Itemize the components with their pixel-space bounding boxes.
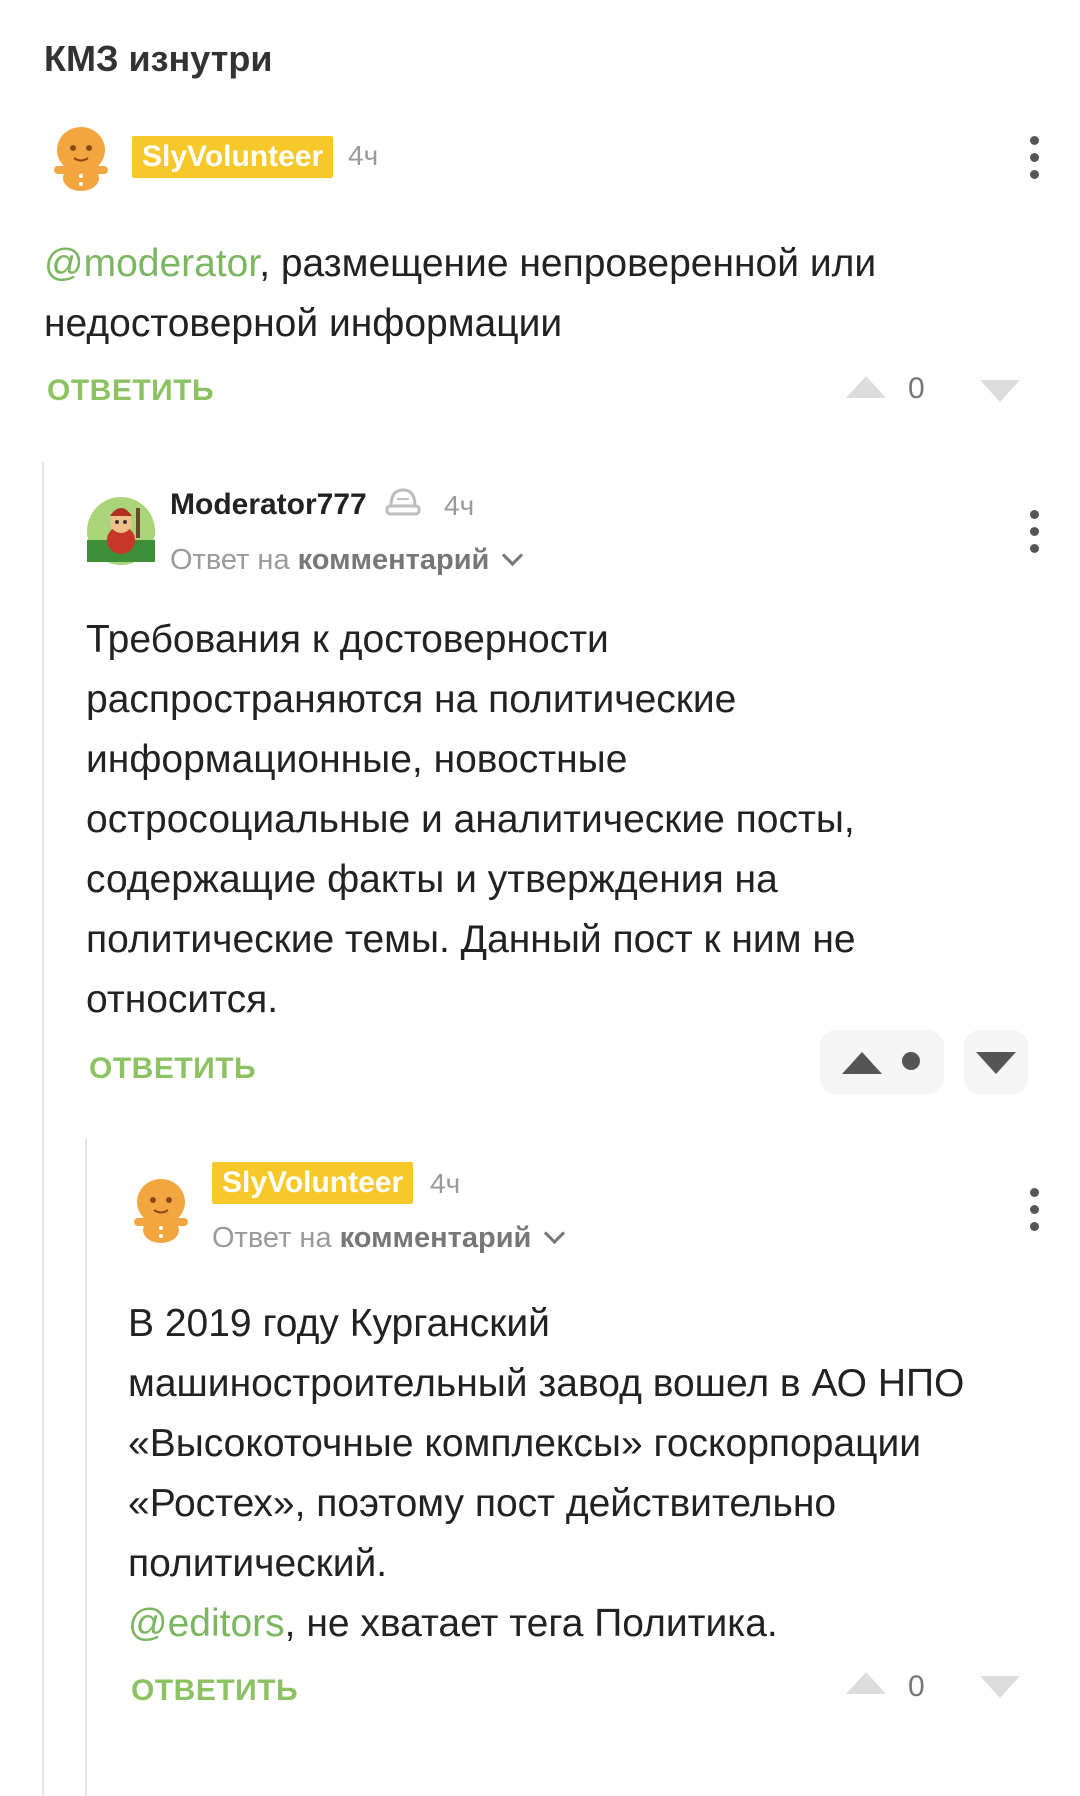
comment-time: 4ч <box>430 1168 461 1199</box>
gingerbread-avatar-icon[interactable] <box>124 1172 198 1246</box>
kebab-menu-icon[interactable] <box>1022 1188 1046 1240</box>
text-line: «Ростех», поэтому пост действительно <box>128 1482 837 1525</box>
comment: SlyVolunteer 4ч Ответ на комментарий В 2… <box>0 0 1080 1796</box>
reply-target[interactable]: комментарий <box>340 1222 532 1254</box>
reply-prefix: Ответ на <box>212 1222 332 1254</box>
text-line: политический. <box>128 1542 388 1585</box>
text-line: «Высокоточные комплексы» госкорпорации <box>128 1422 922 1465</box>
reply-button[interactable]: ОТВЕТИТЬ <box>131 1674 298 1708</box>
vote-count: 0 <box>908 1670 925 1703</box>
username-badge[interactable]: SlyVolunteer <box>212 1162 414 1204</box>
upvote-icon[interactable] <box>846 1672 886 1694</box>
text-line-mention: @editors, не хватает тега Политика. <box>128 1594 1068 1654</box>
chevron-down-icon[interactable] <box>544 1222 566 1245</box>
text-line: машиностроительный завод вошел в АО НПО <box>128 1362 965 1405</box>
mention-link[interactable]: @editors <box>128 1602 285 1645</box>
text-line: В 2019 году Курганский <box>128 1302 550 1345</box>
downvote-icon[interactable] <box>980 1676 1020 1698</box>
reply-to-label[interactable]: Ответ на комментарий <box>212 1222 566 1255</box>
comment-text: , не хватает тега Политика. <box>284 1602 778 1645</box>
comment-body: В 2019 году Курганский машиностроительны… <box>128 1294 1068 1654</box>
